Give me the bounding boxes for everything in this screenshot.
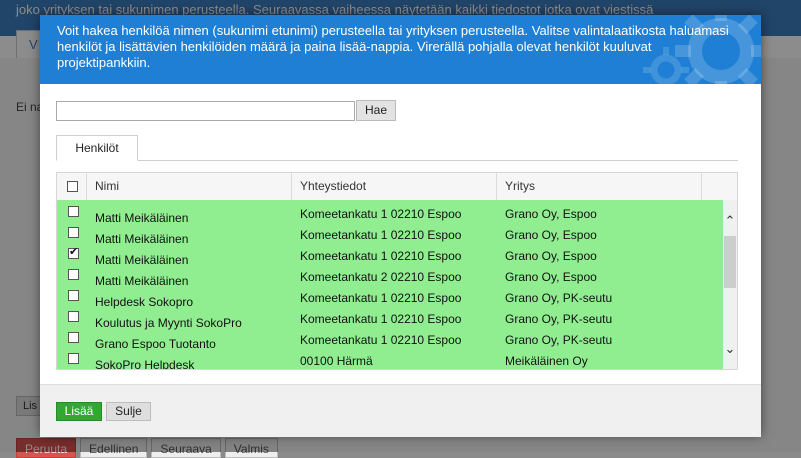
- cell-company: Meikäläinen Oy: [505, 354, 588, 368]
- cell-company: Grano Oy, PK-seutu: [505, 333, 613, 347]
- table-row[interactable]: SokoPro Helpdesk 00100 Härmä Meikäläinen O…: [57, 351, 723, 370]
- select-all-checkbox[interactable]: [67, 181, 78, 192]
- select-all-cell: [57, 173, 87, 200]
- table-row[interactable]: Matti Meikäläinen Komeetankatu 2 02210 Es…: [57, 267, 723, 288]
- cell-contact: Komeetankatu 1 02210 Espoo: [300, 228, 462, 242]
- cell-company: Grano Oy, PK-seutu: [505, 291, 613, 305]
- tab-divider: [56, 160, 738, 161]
- add-button[interactable]: Lisää: [56, 402, 102, 421]
- cell-contact: Komeetankatu 1 02210 Espoo: [300, 333, 462, 347]
- cell-company: Grano Oy, Espoo: [505, 270, 597, 284]
- dialog-instructions: Voit hakea henkilöä nimen (sukunimi etun…: [57, 23, 729, 70]
- cell-company: Grano Oy, PK-seutu: [505, 312, 613, 326]
- row-checkbox[interactable]: [68, 290, 79, 301]
- row-checkbox[interactable]: [68, 311, 79, 322]
- row-checkbox[interactable]: [68, 227, 79, 238]
- cell-contact: Komeetankatu 1 02210 Espoo: [300, 249, 462, 263]
- cell-company: Grano Oy, Espoo: [505, 249, 597, 263]
- table-row[interactable]: Matti MeikäläinenKomeetankatu 1 02210 Es…: [57, 225, 723, 246]
- person-search-dialog: Voit hakea henkilöä nimen (sukunimi etun…: [40, 15, 761, 437]
- dialog-header: Voit hakea henkilöä nimen (sukunimi etun…: [40, 15, 761, 84]
- cell-contact: Komeetankatu 2 02210 Espoo: [300, 270, 462, 284]
- close-button[interactable]: Sulje: [106, 402, 151, 421]
- cell-contact: Komeetankatu 1 02210 Espoo: [300, 207, 462, 221]
- search-button[interactable]: Hae: [356, 100, 396, 121]
- table-row[interactable]: Matti MeikäläinenKomeetankatu 1 02210 Es…: [57, 245, 723, 267]
- scroll-down-icon[interactable]: ⌄: [723, 342, 737, 356]
- column-header-name[interactable]: Nimi: [87, 173, 292, 200]
- row-checkbox[interactable]: [68, 332, 79, 343]
- table-row[interactable]: Matti MeikäläinenKomeetankatu 1 02210 Es…: [57, 204, 723, 225]
- table-row[interactable]: Grano Espoo Tuotanto Komeetankatu 1 02210…: [57, 330, 723, 351]
- cell-company: Grano Oy, Espoo: [505, 228, 597, 242]
- column-header-company[interactable]: Yritys: [497, 173, 702, 200]
- table-body: Matti Meikäläinen Komeetankatu 1 02210 Es…: [57, 200, 723, 370]
- search-input[interactable]: [56, 101, 355, 121]
- row-checkbox[interactable]: [68, 353, 79, 364]
- cell-company: Grano Oy, Espoo: [505, 207, 597, 221]
- row-checkbox[interactable]: [68, 269, 79, 280]
- cell-name: SokoPro Helpdesk: [95, 358, 195, 370]
- column-header-contact[interactable]: Yhteystiedot: [292, 173, 497, 200]
- table-header: Nimi Yhteystiedot Yritys: [57, 173, 737, 201]
- table-row[interactable]: Koulutus ja Myynti SokoPro Komeetankatu 1…: [57, 309, 723, 330]
- dialog-footer: Lisää Sulje: [40, 384, 761, 437]
- scrollbar-thumb[interactable]: [724, 236, 736, 288]
- table-scrollbar[interactable]: ⌃ ⌄: [723, 200, 737, 369]
- cell-contact: Komeetankatu 1 02210 Espoo: [300, 312, 462, 326]
- header-spacer: [702, 173, 737, 200]
- cell-contact: 00100 Härmä: [300, 354, 373, 368]
- tab-persons[interactable]: Henkilöt: [56, 135, 138, 161]
- row-checkbox[interactable]: [68, 206, 79, 217]
- scroll-up-icon[interactable]: ⌃: [723, 214, 737, 228]
- cell-contact: Komeetankatu 1 02210 Espoo: [300, 291, 462, 305]
- persons-table: Nimi Yhteystiedot Yritys Matti Meikäläin…: [56, 172, 738, 370]
- row-checkbox[interactable]: [68, 245, 79, 259]
- table-row[interactable]: Helpdesk Sokopro Komeetankatu 1 02210 Esp…: [57, 288, 723, 309]
